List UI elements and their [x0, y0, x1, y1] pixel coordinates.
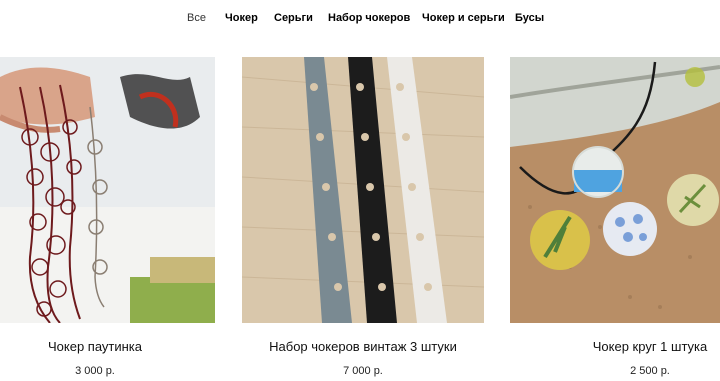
product-price: 2 500 р.	[630, 365, 670, 377]
product-image[interactable]	[0, 57, 215, 323]
product-price: 7 000 р.	[343, 365, 383, 377]
product-name[interactable]: Набор чокеров винтаж 3 штуки	[242, 339, 484, 354]
nav-item-earrings[interactable]: Серьги	[274, 12, 313, 24]
product-name[interactable]: Чокер круг 1 штука	[530, 339, 720, 354]
nav-item-all[interactable]: Все	[187, 12, 206, 24]
nav-item-choker[interactable]: Чокер	[225, 12, 258, 24]
nav-item-choker-and-earrings[interactable]: Чокер и серьги	[422, 12, 505, 24]
nav-item-beads[interactable]: Бусы	[515, 12, 544, 24]
category-nav: Все Чокер Серьги Набор чокеров Чокер и с…	[0, 9, 720, 27]
product-name[interactable]: Чокер паутинка	[0, 339, 190, 354]
product-image[interactable]	[242, 57, 484, 323]
nav-item-choker-set[interactable]: Набор чокеров	[328, 12, 410, 24]
product-price: 3 000 р.	[75, 365, 115, 377]
product-image[interactable]	[510, 57, 720, 323]
